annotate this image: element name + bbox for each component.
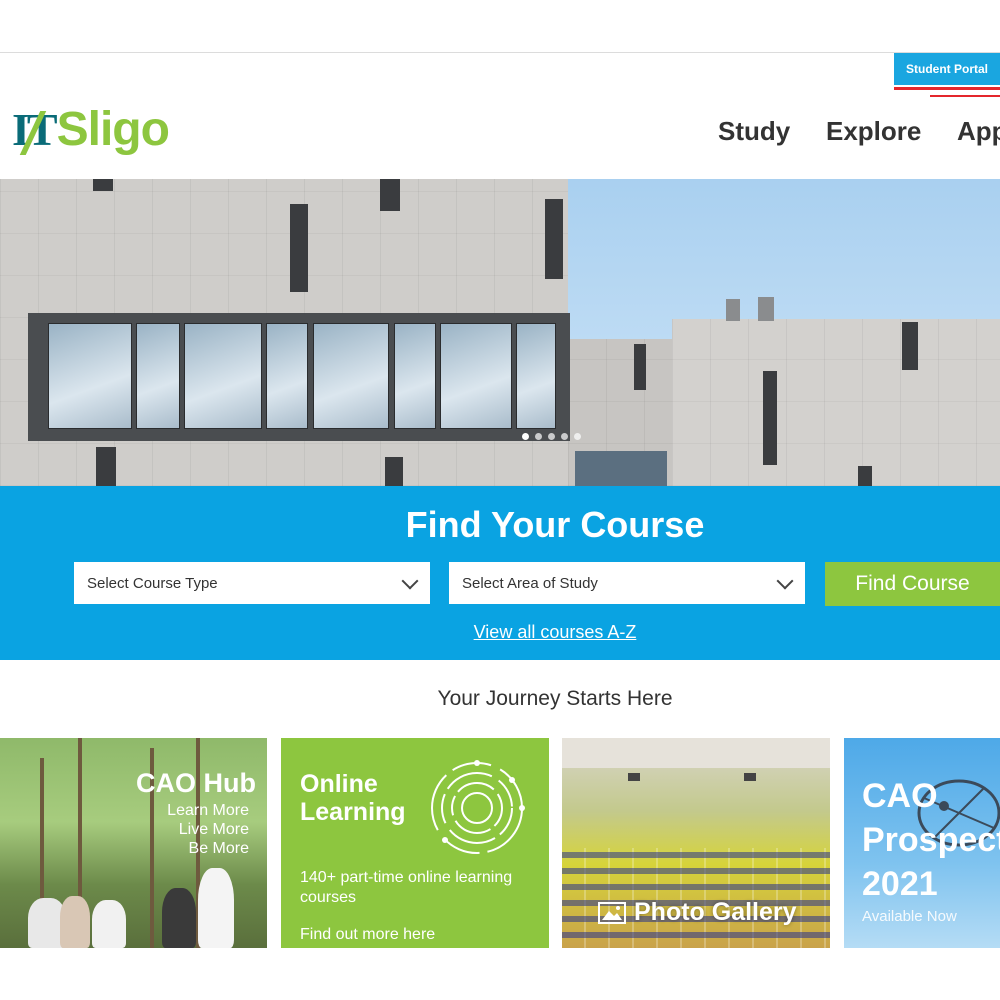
course-finder: Find Your Course Select Course Type Sele… (0, 486, 1000, 660)
journey-heading: Your Journey Starts Here (437, 687, 673, 710)
chevron-down-icon (401, 572, 419, 590)
carousel-dot[interactable] (574, 433, 581, 440)
student (198, 868, 234, 948)
cao-prospectus-title: Prospect (862, 821, 1000, 859)
top-divider (0, 52, 1000, 53)
wall-slit (96, 447, 116, 486)
cao-hub-tile[interactable]: CAO Hub Learn More Live More Be More (0, 738, 267, 948)
course-type-placeholder: Select Course Type (87, 574, 218, 592)
portal-underline (894, 87, 1000, 90)
logo-sligo-text: Sligo (56, 102, 170, 156)
nav-study[interactable]: Study (718, 116, 790, 147)
online-learning-cta[interactable]: Find out more here (300, 926, 435, 944)
cao-hub-line: Learn More (167, 802, 249, 819)
view-all-courses-link[interactable]: View all courses A-Z (0, 622, 1000, 643)
wall-slit (634, 344, 646, 390)
cao-hub-line: Live More (178, 821, 249, 838)
window-band (28, 313, 570, 441)
portal-underline-secondary (930, 95, 1000, 97)
lower-window (575, 451, 667, 486)
wall-slit (385, 457, 403, 486)
carousel-dot[interactable] (522, 433, 529, 440)
find-course-button[interactable]: Find Course (825, 562, 1000, 606)
circuit-circle-icon (431, 760, 525, 854)
chimney (758, 297, 774, 321)
course-type-select[interactable]: Select Course Type (74, 562, 430, 604)
hero-carousel[interactable] (0, 179, 1000, 486)
carousel-dots (522, 433, 581, 440)
wall-slit (290, 204, 308, 292)
logo-it-mark: IT (12, 103, 58, 156)
wall-slit (763, 371, 777, 465)
online-learning-body: 140+ part-time online learning courses (300, 869, 513, 906)
wall-slit (545, 199, 563, 279)
cao-hub-line: Be More (188, 840, 249, 857)
area-of-study-select[interactable]: Select Area of Study (449, 562, 805, 604)
cao-prospectus-title: CAO (862, 777, 938, 815)
student-portal-button[interactable]: Student Portal (894, 53, 1000, 85)
wall-slit (380, 179, 400, 211)
image-icon (598, 902, 626, 924)
cao-prospectus-tile[interactable]: CAO Prospect 2021 Available Now (844, 738, 1000, 948)
student (162, 888, 196, 948)
carousel-dot[interactable] (548, 433, 555, 440)
area-placeholder: Select Area of Study (462, 574, 598, 592)
lecture-hall-ceiling (562, 738, 830, 768)
cao-hub-title: CAO Hub (136, 768, 256, 798)
it-sligo-logo[interactable]: IT Sligo (12, 96, 170, 162)
wall-slit (93, 179, 113, 191)
chimney (726, 299, 740, 321)
wall-slit (858, 466, 872, 486)
ceiling-light (628, 773, 640, 781)
cao-prospectus-year: 2021 (862, 865, 938, 903)
chevron-down-icon (776, 572, 794, 590)
nav-apply[interactable]: App (957, 116, 1000, 147)
course-finder-title: Find Your Course (405, 504, 705, 545)
nav-explore[interactable]: Explore (826, 116, 921, 147)
student (60, 896, 90, 948)
student (92, 900, 126, 948)
photo-gallery-title: Photo Gallery (634, 898, 797, 926)
building-right (672, 319, 1000, 486)
wall-slit (902, 322, 918, 370)
carousel-dot[interactable] (561, 433, 568, 440)
online-learning-tile[interactable]: Online Learning 140+ part-time online le… (281, 738, 549, 948)
carousel-dot[interactable] (535, 433, 542, 440)
ceiling-light (744, 773, 756, 781)
photo-gallery-tile[interactable]: Photo Gallery (562, 738, 830, 948)
online-learning-title: Learning (300, 798, 406, 826)
online-learning-title: Online (300, 770, 378, 798)
cao-prospectus-sub: Available Now (862, 908, 957, 925)
